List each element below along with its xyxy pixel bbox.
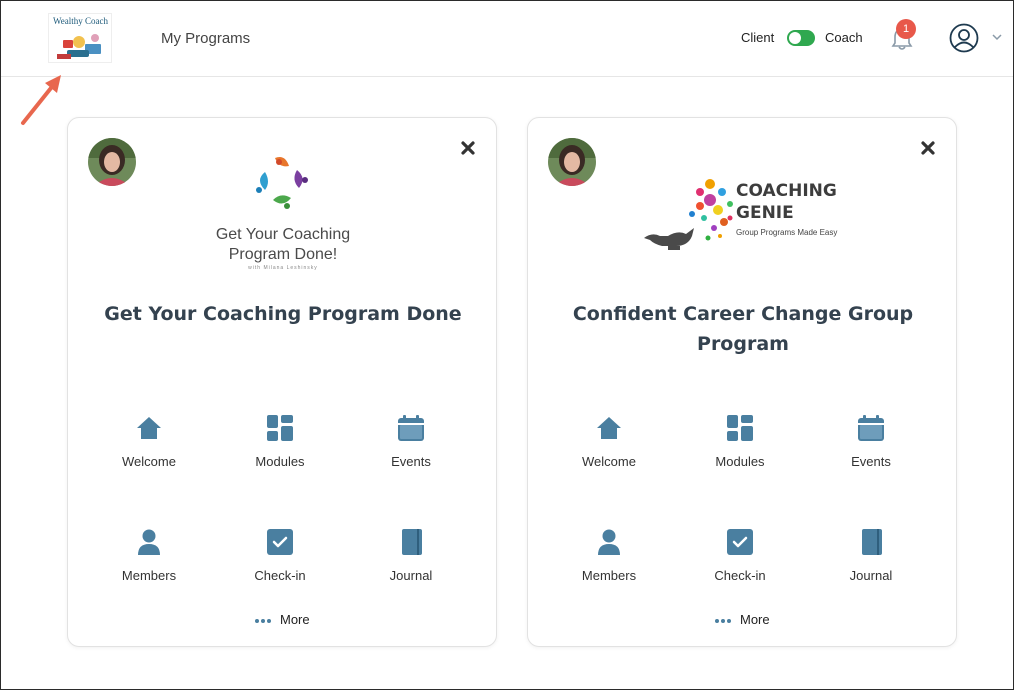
more-label: More: [280, 612, 310, 627]
program-title-line-1: Confident Career Change Group: [572, 303, 914, 325]
notification-badge: 1: [896, 19, 916, 39]
tile-checkin[interactable]: Check-in: [225, 528, 335, 598]
tile-label: Events: [391, 454, 431, 469]
logo-line-1: Get Your Coaching: [216, 226, 350, 243]
member-icon: [598, 529, 620, 555]
modules-icon: [727, 415, 753, 441]
calendar-icon: [858, 415, 884, 441]
tile-welcome[interactable]: Welcome: [94, 414, 204, 484]
home-icon: [597, 417, 621, 439]
tile-events[interactable]: Events: [816, 414, 926, 484]
tile-journal[interactable]: Journal: [816, 528, 926, 598]
tile-label: Check-in: [254, 568, 306, 583]
tile-label: Check-in: [714, 568, 766, 583]
logo-line-2: Program Done!: [229, 246, 338, 263]
tile-label: Members: [121, 568, 177, 583]
tile-label: Journal: [849, 568, 893, 583]
role-coach-label[interactable]: Coach: [825, 30, 863, 45]
annotation-arrow-icon: [21, 75, 61, 125]
tile-events[interactable]: Events: [356, 414, 466, 484]
tile-label: Events: [851, 454, 891, 469]
program-title-line-2: Program: [697, 333, 789, 355]
more-button[interactable]: More: [68, 612, 496, 627]
program-card[interactable]: COACHING GENIE Group Programs Made Easy …: [527, 117, 957, 647]
logo-subtitle: Group Programs Made Easy: [736, 228, 837, 237]
tile-modules[interactable]: Modules: [225, 414, 335, 484]
more-dots-icon: [715, 618, 732, 623]
tile-members[interactable]: Members: [94, 528, 204, 598]
tile-label: Welcome: [122, 454, 176, 469]
tile-label: Modules: [255, 454, 305, 469]
tile-checkin[interactable]: Check-in: [685, 528, 795, 598]
tile-members[interactable]: Members: [554, 528, 664, 598]
tile-welcome[interactable]: Welcome: [554, 414, 664, 484]
tile-label: Members: [581, 568, 637, 583]
role-client-label[interactable]: Client: [741, 30, 774, 45]
modules-icon: [267, 415, 293, 441]
home-icon: [137, 417, 161, 439]
tile-modules[interactable]: Modules: [685, 414, 795, 484]
program-logo: COACHING GENIE Group Programs Made Easy: [638, 148, 868, 278]
top-bar: Wealthy Coach My Programs Client Coach 1: [1, 1, 1013, 77]
tile-journal[interactable]: Journal: [356, 528, 466, 598]
coach-avatar: [548, 138, 596, 186]
calendar-icon: [398, 415, 424, 441]
tile-label: Modules: [715, 454, 765, 469]
close-icon[interactable]: [920, 140, 936, 156]
close-icon[interactable]: [460, 140, 476, 156]
member-icon: [138, 529, 160, 555]
toggle-knob: [789, 32, 801, 44]
tile-label: Welcome: [582, 454, 636, 469]
chevron-down-icon[interactable]: [991, 33, 1003, 41]
program-title[interactable]: Get Your Coaching Program Done: [98, 299, 468, 329]
journal-icon: [862, 529, 882, 555]
program-title[interactable]: Confident Career Change Group Program: [558, 299, 928, 359]
checkbox-icon: [267, 529, 293, 555]
more-label: More: [740, 612, 770, 627]
program-logo: Get Your Coaching Program Done! with Mil…: [168, 148, 398, 278]
my-programs-link[interactable]: My Programs: [161, 30, 250, 47]
wealthy-coach-logo[interactable]: Wealthy Coach: [48, 13, 112, 63]
role-toggle[interactable]: [787, 30, 815, 46]
user-avatar-icon[interactable]: [949, 23, 979, 53]
logo-line-1: COACHING: [736, 181, 837, 201]
logo-line-2: GENIE: [736, 203, 794, 223]
more-dots-icon: [255, 618, 272, 623]
journal-icon: [402, 529, 422, 555]
logo-text: Wealthy Coach: [53, 16, 109, 26]
program-card[interactable]: Get Your Coaching Program Done! with Mil…: [67, 117, 497, 647]
checkbox-icon: [727, 529, 753, 555]
more-button[interactable]: More: [528, 612, 956, 627]
coach-avatar: [88, 138, 136, 186]
logo-subtitle: with Milana Leshinsky: [248, 265, 318, 271]
tile-label: Journal: [389, 568, 433, 583]
